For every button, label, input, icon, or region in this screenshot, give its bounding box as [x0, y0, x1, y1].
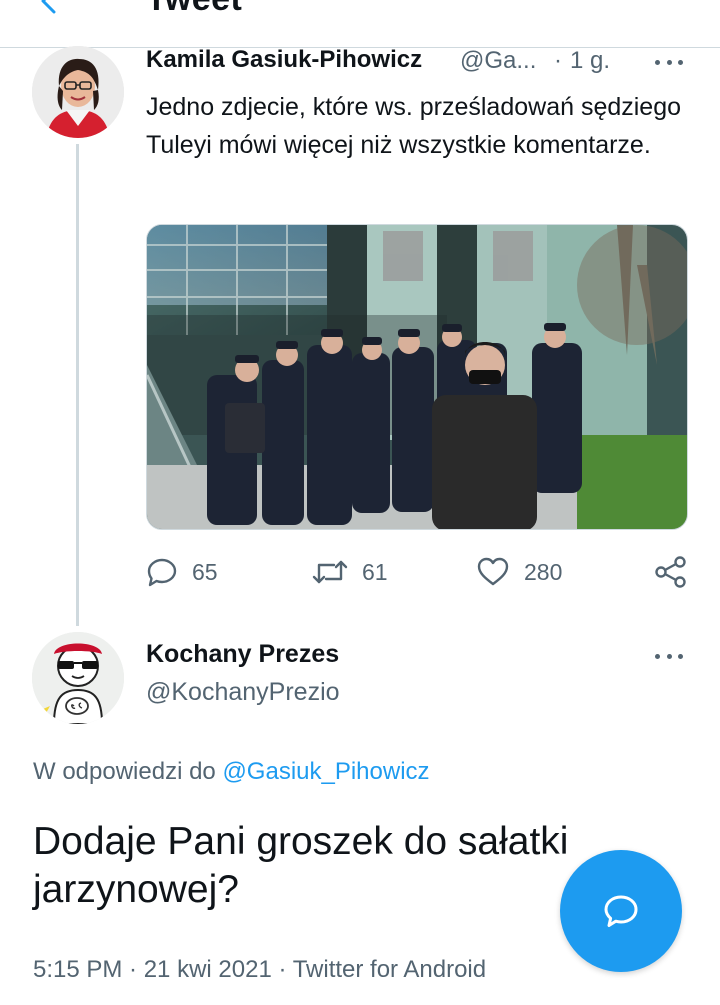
- tweet-text: Jedno zdjecie, które ws. prześladowań sę…: [146, 93, 682, 159]
- avatar-kamila[interactable]: [32, 46, 124, 138]
- retweet-count: 61: [362, 558, 388, 585]
- tweet-meta: 5:15 PM · 21 kwi 2021 · Twitter for Andr…: [33, 956, 487, 983]
- top-bar: Tweet: [0, 0, 720, 48]
- retweet-icon: [312, 560, 348, 584]
- author-name[interactable]: Kochany Prezes: [146, 640, 339, 669]
- author-handle[interactable]: @Ga...: [460, 47, 536, 75]
- reply-icon: [147, 558, 177, 587]
- retweet-button[interactable]: 61: [312, 552, 388, 592]
- tweet-photo[interactable]: [146, 224, 688, 530]
- share-button[interactable]: [654, 552, 688, 592]
- share-icon: [655, 556, 686, 588]
- more-dots-icon[interactable]: [651, 644, 687, 668]
- tweet-time[interactable]: 1 g.: [570, 47, 610, 75]
- back-arrow-icon[interactable]: [34, 0, 64, 16]
- author-handle[interactable]: @KochanyPrezio: [146, 678, 340, 707]
- compose-reply-button[interactable]: [560, 850, 682, 972]
- reply-to-handle-link[interactable]: @Gasiuk_Pihowicz: [222, 758, 429, 785]
- reply-context: W odpowiedzi do @Gasiuk_Pihowicz: [33, 758, 430, 786]
- reply-count: 65: [192, 558, 218, 585]
- reply-prefix: W odpowiedzi do: [33, 758, 223, 785]
- author-name[interactable]: Kamila Gasiuk-Pihowicz: [146, 46, 422, 74]
- more-dots-icon[interactable]: [651, 50, 687, 74]
- avatar-kochany-prezes[interactable]: [32, 632, 124, 724]
- compose-reply-icon: [604, 895, 638, 927]
- meta-separator: ·: [554, 47, 562, 74]
- like-button[interactable]: 280: [476, 552, 562, 592]
- heart-icon: [477, 557, 509, 586]
- page-title: Tweet: [146, 0, 242, 19]
- thread-connector: [76, 144, 79, 626]
- like-count: 280: [524, 558, 563, 585]
- reply-button[interactable]: 65: [146, 552, 218, 592]
